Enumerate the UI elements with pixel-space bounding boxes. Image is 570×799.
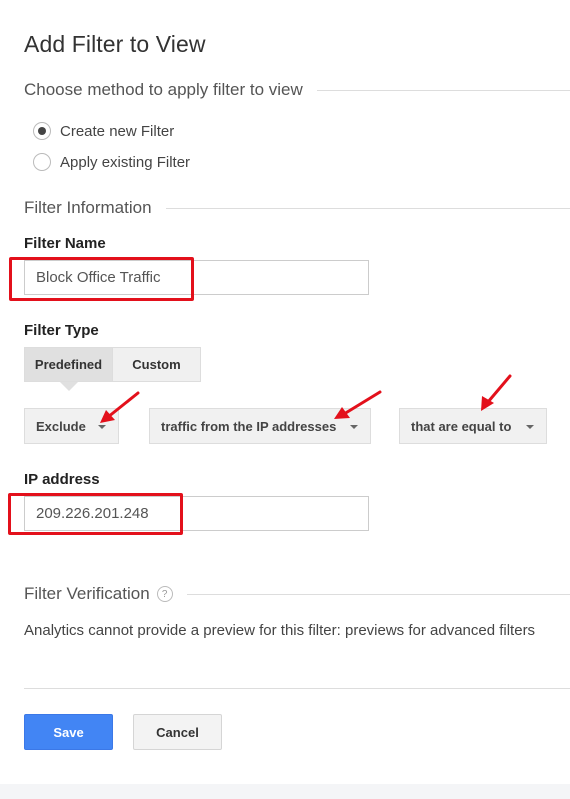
caret-down-icon bbox=[350, 425, 358, 429]
caret-down-icon bbox=[526, 425, 534, 429]
radio-label: Create new Filter bbox=[60, 122, 175, 140]
ip-address-input[interactable] bbox=[24, 496, 369, 531]
source-dropdown[interactable]: traffic from the IP addresses bbox=[149, 408, 371, 444]
radio-create-new-filter[interactable]: Create new Filter bbox=[33, 122, 174, 140]
radio-label: Apply existing Filter bbox=[60, 153, 191, 171]
page-title: Add Filter to View bbox=[24, 31, 206, 57]
caret-down-icon bbox=[98, 425, 106, 429]
section-divider bbox=[316, 89, 570, 91]
filter-type-label: Filter Type bbox=[24, 322, 99, 339]
filter-name-input[interactable] bbox=[24, 260, 369, 295]
radio-button[interactable] bbox=[33, 153, 51, 171]
verification-message: Analytics cannot provide a preview for t… bbox=[24, 622, 536, 639]
tab-custom[interactable]: Custom bbox=[113, 347, 201, 382]
radio-apply-existing-filter[interactable]: Apply existing Filter bbox=[33, 153, 190, 171]
filter-name-label: Filter Name bbox=[24, 235, 106, 252]
section-divider bbox=[165, 207, 570, 209]
dropdown-value: Exclude bbox=[36, 418, 86, 434]
expression-dropdown[interactable]: that are equal to bbox=[399, 408, 547, 444]
dropdown-value: that are equal to bbox=[411, 418, 512, 434]
ip-address-label: IP address bbox=[24, 471, 100, 488]
actions-divider bbox=[24, 688, 570, 689]
include-exclude-dropdown[interactable]: Exclude bbox=[24, 408, 119, 444]
save-button[interactable]: Save bbox=[24, 714, 113, 750]
filter-type-toggle: Predefined Custom bbox=[24, 347, 201, 382]
verification-section-heading: Filter Verification bbox=[24, 584, 150, 603]
radio-dot bbox=[38, 127, 46, 135]
method-section-header: Choose method to apply filter to view bbox=[24, 80, 570, 100]
verification-section-header: Filter Verification ? bbox=[24, 584, 570, 604]
dropdown-value: traffic from the IP addresses bbox=[161, 418, 337, 434]
active-tab-pointer bbox=[60, 382, 78, 391]
question-circle-icon[interactable]: ? bbox=[156, 586, 173, 602]
footer-band bbox=[0, 784, 570, 799]
cancel-button[interactable]: Cancel bbox=[133, 714, 222, 750]
section-divider bbox=[186, 593, 570, 595]
tab-predefined[interactable]: Predefined bbox=[24, 347, 113, 382]
method-section-heading: Choose method to apply filter to view bbox=[24, 80, 303, 99]
info-section-header: Filter Information bbox=[24, 198, 570, 218]
info-section-heading: Filter Information bbox=[24, 198, 152, 217]
radio-button-selected[interactable] bbox=[33, 122, 51, 140]
